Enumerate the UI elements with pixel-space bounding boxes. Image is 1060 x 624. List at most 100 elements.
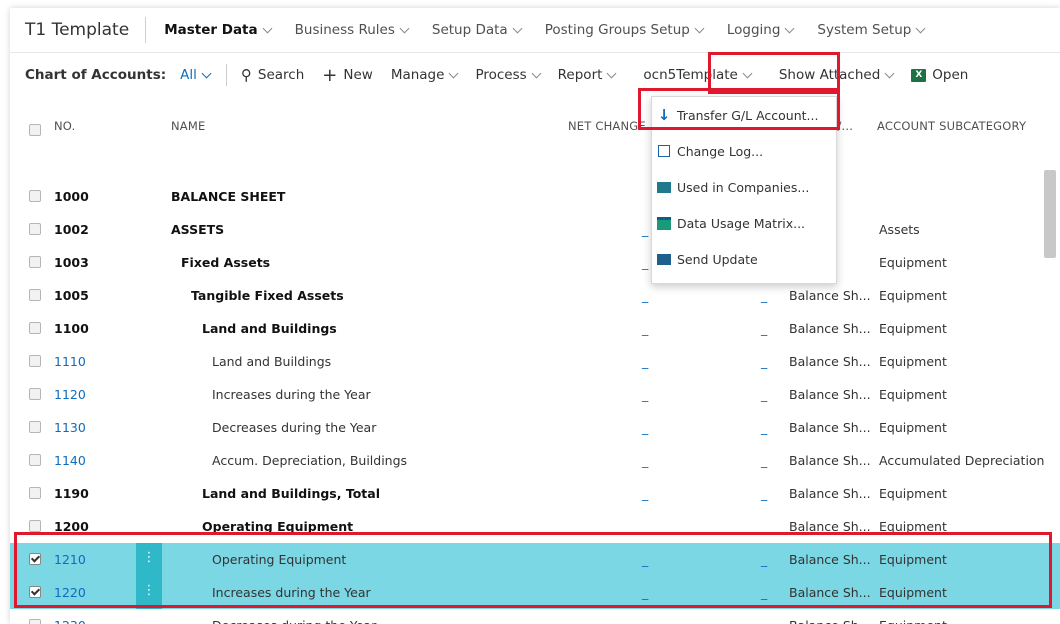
row-checkbox[interactable] <box>29 256 41 268</box>
menu-item-label: Send Update <box>677 251 758 267</box>
nav-posting-groups-setup[interactable]: Posting Groups Setup <box>544 22 705 38</box>
column-account-subcategory[interactable]: ACCOUNT SUBCATEGORY <box>877 119 1026 133</box>
row-actions-icon[interactable]: ⋮ <box>136 543 162 576</box>
manage-menu[interactable]: Manage <box>391 67 459 83</box>
report-menu[interactable]: Report <box>557 67 617 83</box>
table-row[interactable]: 1140 Accum. Depreciation, Buildings _ _ Bala… <box>10 444 1060 477</box>
open-in-excel-button[interactable]: X Open <box>911 67 968 83</box>
excel-icon: X <box>911 68 927 82</box>
account-no[interactable]: 1003 <box>54 255 89 270</box>
income-balance-value: Balance Sh... <box>789 453 871 468</box>
row-checkbox[interactable] <box>29 421 41 433</box>
account-subcategory-value: Accumulated Depreciation <box>879 453 1045 468</box>
income-balance-value: Balance Sh... <box>789 552 871 567</box>
nav-label: Posting Groups Setup <box>544 22 690 38</box>
row-checkbox[interactable] <box>29 553 41 565</box>
row-checkbox[interactable] <box>29 322 41 334</box>
menu-item-used-in-companies[interactable]: Used in Companies... <box>652 169 836 205</box>
table-row[interactable]: 1000BALANCE SHEETe Sh... <box>10 180 1060 213</box>
net-change-value: _ <box>642 486 649 501</box>
vertical-scrollbar[interactable] <box>1044 170 1056 258</box>
row-checkbox[interactable] <box>29 586 41 598</box>
account-subcategory-value: Equipment <box>879 618 947 624</box>
menu-item-data-usage-matrix[interactable]: Data Usage Matrix... <box>652 205 836 241</box>
net-change-value: _ <box>642 453 649 468</box>
nav-label: Master Data <box>164 22 258 38</box>
table-row[interactable]: 1002ASSETS_e Sh...Assets <box>10 213 1060 246</box>
nav-setup-data[interactable]: Setup Data <box>432 22 523 38</box>
row-checkbox[interactable] <box>29 355 41 367</box>
row-checkbox[interactable] <box>29 454 41 466</box>
account-no[interactable]: 1005 <box>54 288 89 303</box>
table-row[interactable]: 1190 Land and Buildings, Total _ _ Balance S… <box>10 477 1060 510</box>
net-change-value: _ <box>642 585 649 600</box>
search-label: Search <box>257 67 305 83</box>
row-checkbox[interactable] <box>29 520 41 532</box>
account-no[interactable]: 1120 <box>54 387 86 402</box>
table-row[interactable]: 1005 Tangible Fixed Assets _ _ Balance Sh...… <box>10 279 1060 312</box>
row-checkbox[interactable] <box>29 487 41 499</box>
account-subcategory-value: Equipment <box>879 321 947 336</box>
income-balance-value: Balance Sh... <box>789 585 871 600</box>
account-no[interactable]: 1002 <box>54 222 89 237</box>
report-label: Report <box>557 67 603 83</box>
net-change-value: _ <box>642 354 649 369</box>
account-no[interactable]: 1100 <box>54 321 89 336</box>
row-checkbox[interactable] <box>29 223 41 235</box>
account-no[interactable]: 1210 <box>54 552 86 567</box>
account-no[interactable]: 1000 <box>54 189 89 204</box>
net-change-value: _ <box>642 321 649 336</box>
template-menu[interactable]: ocn5Template <box>643 67 753 83</box>
plus-icon: + <box>322 64 338 86</box>
table-row[interactable]: 1120 Increases during the Year _ _ Balance S… <box>10 378 1060 411</box>
table-row[interactable]: 1220 Increases during the Year _ _ Balance S… <box>10 576 1060 609</box>
nav-logging[interactable]: Logging <box>727 22 795 38</box>
chevron-down-icon <box>694 23 705 33</box>
nav-master-data[interactable]: Master Data <box>164 22 273 38</box>
matrix-icon <box>656 216 672 230</box>
search-button[interactable]: ⚲ Search <box>241 66 304 84</box>
column-name[interactable]: NAME <box>171 119 205 133</box>
net-change-value: _ <box>642 288 649 303</box>
account-subcategory-value: Equipment <box>879 354 947 369</box>
account-subcategory-value: Assets <box>879 222 920 237</box>
account-name: Increases during the Year <box>212 387 371 402</box>
menu-item-send-update[interactable]: Send Update <box>652 241 836 277</box>
companies-icon <box>656 180 672 194</box>
balance-value: _ <box>761 519 768 534</box>
nav-system-setup[interactable]: System Setup <box>817 22 926 38</box>
table-row[interactable]: 1230 Decreases during the Year Balance Sh.… <box>10 609 1060 624</box>
menu-item-transfer-g-l-account[interactable]: ↓ Transfer G/L Account... <box>652 97 836 133</box>
table-row[interactable]: 1110 Land and Buildings _ _ Balance Sh... Equ… <box>10 345 1060 378</box>
table-row[interactable]: 1210 Operating Equipment _ _ Balance Sh... Eq… <box>10 543 1060 576</box>
filter-all-dropdown[interactable]: All <box>180 67 212 83</box>
table-row[interactable]: 1003Fixed Assets_e Sh...Equipment <box>10 246 1060 279</box>
menu-item-change-log[interactable]: Change Log... <box>652 133 836 169</box>
app-window: T1 Template Master Data Business Rules Set… <box>10 8 1060 624</box>
column-net-change[interactable]: NET CHANGE <box>568 119 646 133</box>
table-row[interactable]: 1200 Operating Equipment _ _ Balance Sh... Eq… <box>10 510 1060 543</box>
account-no[interactable]: 1190 <box>54 486 89 501</box>
account-no[interactable]: 1130 <box>54 420 86 435</box>
row-actions-icon[interactable]: ⋮ <box>136 576 162 609</box>
account-no[interactable]: 1110 <box>54 354 86 369</box>
income-balance-value: Balance Sh... <box>789 288 871 303</box>
show-attached-label: Show Attached <box>778 67 881 83</box>
account-no[interactable]: 1140 <box>54 453 86 468</box>
process-menu[interactable]: Process <box>475 67 542 83</box>
row-checkbox[interactable] <box>29 619 41 624</box>
column-no[interactable]: NO. <box>54 119 75 133</box>
row-checkbox[interactable] <box>29 190 41 202</box>
show-attached-menu[interactable]: Show Attached <box>778 67 895 83</box>
account-no[interactable]: 1220 <box>54 585 86 600</box>
table-row[interactable]: 1100 Land and Buildings _ _ Balance Sh... Equ… <box>10 312 1060 345</box>
new-button[interactable]: + New <box>322 65 373 86</box>
row-checkbox[interactable] <box>29 388 41 400</box>
nav-business-rules[interactable]: Business Rules <box>295 22 410 38</box>
select-all-checkbox[interactable] <box>29 124 41 136</box>
account-no[interactable]: 1200 <box>54 519 89 534</box>
table-row[interactable]: 1130 Decreases during the Year _ _ Balance S… <box>10 411 1060 444</box>
account-no[interactable]: 1230 <box>54 618 86 624</box>
row-checkbox[interactable] <box>29 289 41 301</box>
account-name: BALANCE SHEET <box>171 189 286 204</box>
